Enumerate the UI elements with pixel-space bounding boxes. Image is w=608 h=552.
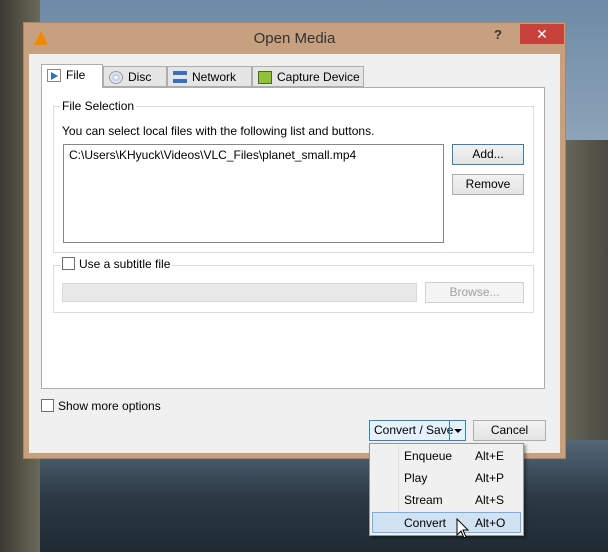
cancel-button[interactable]: Cancel bbox=[473, 420, 546, 441]
tab-panel: File Selection You can select local file… bbox=[41, 87, 545, 389]
browse-button[interactable]: Browse... bbox=[425, 282, 524, 303]
add-button[interactable]: Add... bbox=[452, 144, 524, 165]
subtitle-group: Use a subtitle file Browse... bbox=[53, 257, 534, 313]
window-title: Open Media bbox=[253, 30, 336, 47]
network-icon bbox=[173, 71, 187, 83]
file-selection-group: File Selection You can select local file… bbox=[53, 99, 534, 253]
show-more-options[interactable]: Show more options bbox=[41, 399, 161, 413]
subtitle-path-input[interactable] bbox=[62, 283, 417, 302]
subtitle-label: Use a subtitle file bbox=[79, 257, 171, 271]
remove-button[interactable]: Remove bbox=[452, 174, 524, 195]
menu-item-convert[interactable]: Convert Alt+O bbox=[372, 512, 521, 533]
capture-card-icon bbox=[258, 71, 272, 84]
tab-network[interactable]: Network bbox=[167, 66, 252, 87]
file-selection-hint: You can select local files with the foll… bbox=[62, 124, 375, 138]
open-media-dialog: Open Media ? ✕ File Disc Network Capture… bbox=[23, 22, 566, 459]
tab-label: File bbox=[66, 68, 86, 82]
group-title: File Selection bbox=[60, 99, 137, 113]
tab-file[interactable]: File bbox=[41, 64, 103, 88]
help-button[interactable]: ? bbox=[494, 27, 502, 42]
menu-item-play[interactable]: Play Alt+P bbox=[372, 468, 521, 489]
file-play-icon bbox=[47, 69, 61, 82]
disc-icon bbox=[109, 71, 123, 84]
dropdown-arrow-icon[interactable] bbox=[449, 421, 465, 440]
convert-save-button[interactable]: Convert / Save bbox=[369, 420, 466, 441]
tab-capture-device[interactable]: Capture Device bbox=[252, 66, 364, 87]
show-more-checkbox[interactable] bbox=[41, 399, 54, 412]
menu-item-stream[interactable]: Stream Alt+S bbox=[372, 490, 521, 511]
menu-item-enqueue[interactable]: Enqueue Alt+E bbox=[372, 446, 521, 467]
tab-label: Network bbox=[192, 70, 237, 84]
tab-disc[interactable]: Disc bbox=[103, 66, 167, 87]
convert-save-label: Convert / Save bbox=[374, 423, 454, 437]
file-list[interactable]: C:\Users\KHyuck\Videos\VLC_Files\planet_… bbox=[63, 144, 444, 243]
subtitle-checkbox[interactable] bbox=[62, 257, 75, 270]
file-list-item[interactable]: C:\Users\KHyuck\Videos\VLC_Files\planet_… bbox=[69, 148, 438, 162]
subtitle-checkbox-label[interactable]: Use a subtitle file bbox=[60, 257, 173, 271]
tab-label: Disc bbox=[128, 70, 152, 84]
tab-label: Capture Device bbox=[277, 70, 360, 84]
close-button[interactable]: ✕ bbox=[520, 24, 564, 44]
convert-save-menu: Enqueue Alt+E Play Alt+P Stream Alt+S Conve… bbox=[369, 443, 524, 536]
show-more-label: Show more options bbox=[58, 399, 161, 413]
mouse-cursor-icon bbox=[456, 518, 470, 539]
